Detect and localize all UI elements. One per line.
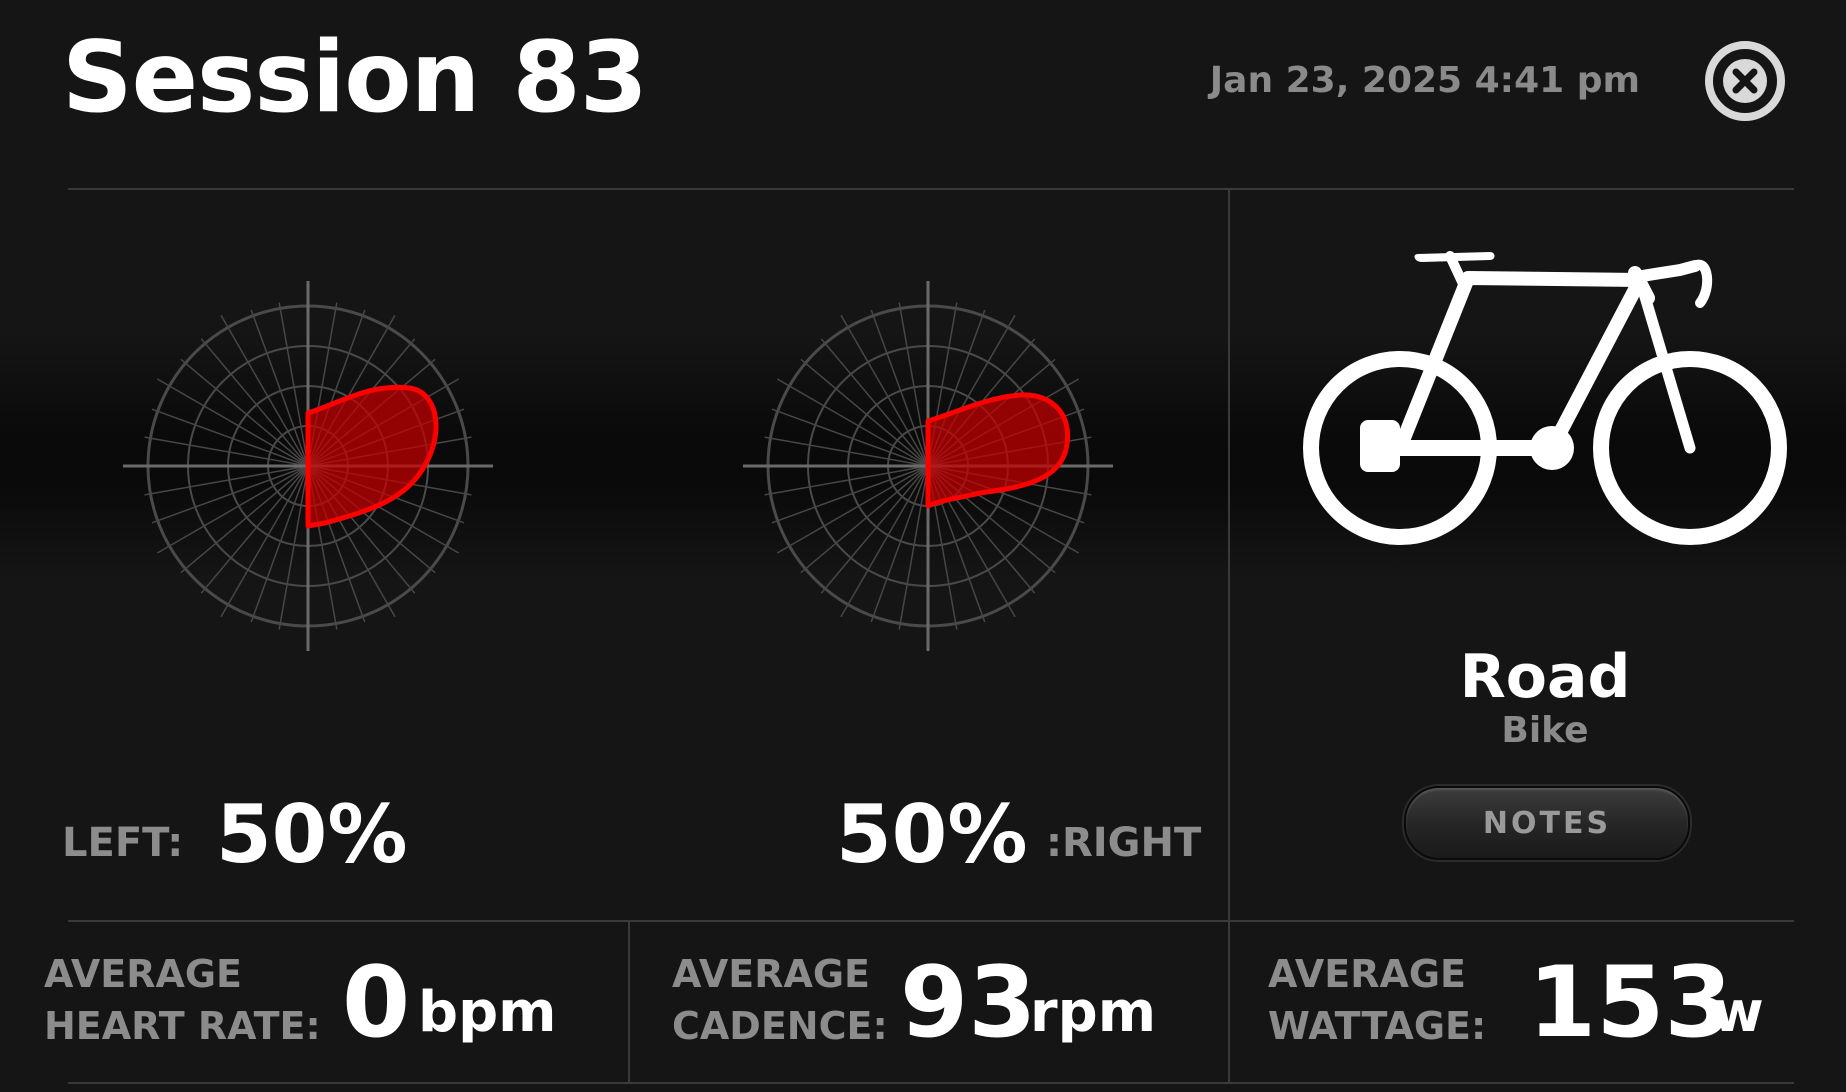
heart-rate-label-line2: HEART RATE: xyxy=(44,1004,321,1048)
stats-divider xyxy=(68,920,1794,922)
right-label: :RIGHT xyxy=(1046,820,1202,866)
wattage-label-line2: WATTAGE: xyxy=(1268,1004,1487,1048)
heart-rate-label-line1: AVERAGE xyxy=(44,952,243,996)
cadence-label: AVERAGE CADENCE: xyxy=(672,948,888,1052)
left-label: LEFT: xyxy=(62,820,184,866)
heart-rate-value: 0 xyxy=(342,946,411,1060)
header-divider xyxy=(68,188,1794,190)
cadence-label-line1: AVERAGE xyxy=(672,952,871,996)
stats-divider-1 xyxy=(628,922,630,1082)
heart-rate-unit: bpm xyxy=(418,980,557,1045)
close-circle-icon xyxy=(1705,41,1785,121)
wattage-value: 153 xyxy=(1528,946,1733,1060)
left-pedal-polar-chart xyxy=(123,281,493,651)
right-pedal-polar-chart xyxy=(743,281,1113,651)
heart-rate-label: AVERAGE HEART RATE: xyxy=(44,948,321,1052)
cadence-label-line2: CADENCE: xyxy=(672,1004,888,1048)
bike-subtitle: Bike xyxy=(1501,710,1589,751)
close-button[interactable] xyxy=(1703,39,1787,123)
session-title: Session 83 xyxy=(62,21,648,135)
cadence-unit: rpm xyxy=(1030,980,1157,1045)
notes-button[interactable]: NOTES xyxy=(1404,786,1690,860)
wattage-unit: w xyxy=(1712,980,1764,1045)
bottom-divider xyxy=(68,1082,1794,1084)
cadence-value: 93 xyxy=(900,946,1037,1060)
left-percent: 50% xyxy=(216,788,408,881)
session-datetime: Jan 23, 2025 4:41 pm xyxy=(1209,60,1640,101)
wattage-label-line1: AVERAGE xyxy=(1268,952,1467,996)
road-bike-icon xyxy=(1303,251,1787,545)
right-percent: 50% xyxy=(836,788,1028,881)
bike-type: Road xyxy=(1459,642,1631,712)
bike-column-divider xyxy=(1228,190,1230,1082)
wattage-label: AVERAGE WATTAGE: xyxy=(1268,948,1486,1052)
